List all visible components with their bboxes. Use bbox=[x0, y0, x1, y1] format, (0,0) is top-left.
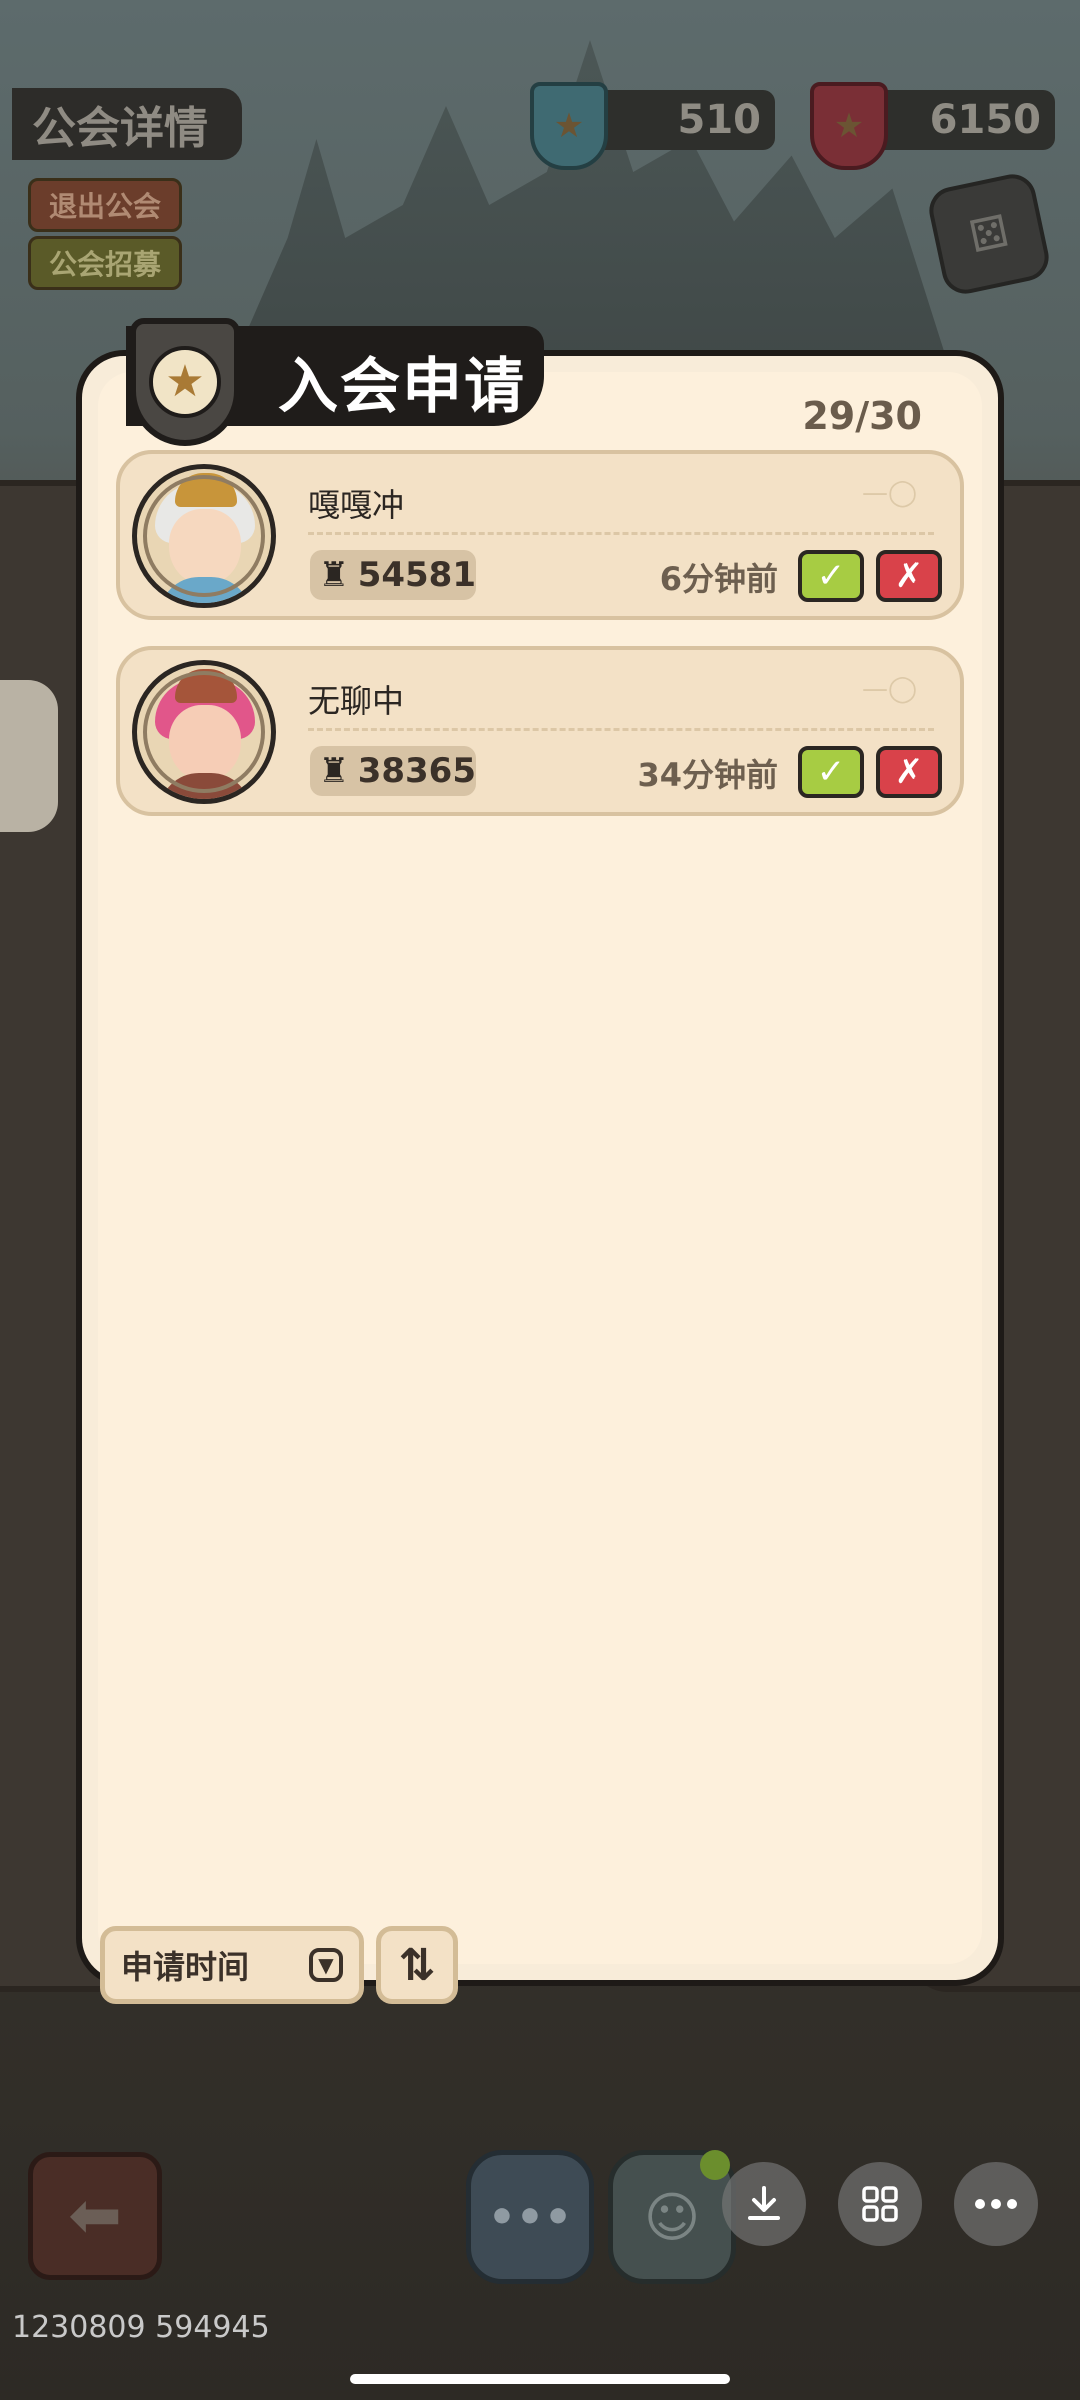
request-card: 无聊中 —◯ ♜ 38365 34分钟前 ✓ ✗ bbox=[116, 646, 964, 816]
avatar[interactable] bbox=[132, 660, 276, 804]
currency-bar-2: ★ 6150 bbox=[810, 82, 1055, 170]
notification-dot bbox=[700, 2150, 730, 2180]
friends-icon: ☺ bbox=[643, 2185, 701, 2249]
avatar-ring bbox=[143, 475, 265, 597]
cross-icon: ✗ bbox=[894, 556, 924, 596]
left-edge-tab[interactable] bbox=[0, 680, 58, 832]
request-time: 34分钟前 bbox=[637, 756, 778, 794]
sort-label: 申请时间 bbox=[121, 1948, 250, 1986]
power-value: 54581 bbox=[357, 555, 476, 595]
apps-button[interactable] bbox=[838, 2162, 922, 2246]
cross-icon: ✗ bbox=[894, 752, 924, 792]
title-shield-icon: ★ bbox=[130, 318, 240, 446]
divider bbox=[308, 532, 934, 535]
dice-icon[interactable]: ⚄ bbox=[924, 169, 1054, 299]
guild-title: 公会详情 bbox=[12, 88, 242, 160]
star-shield-icon: ★ bbox=[530, 82, 608, 170]
sort-order-toggle[interactable]: ⇅ bbox=[376, 1926, 458, 2004]
chat-icon: ••• bbox=[487, 2191, 573, 2243]
request-card: 嘎嘎冲 —◯ ♜ 54581 6分钟前 ✓ ✗ bbox=[116, 450, 964, 620]
divider bbox=[308, 728, 934, 731]
home-indicator[interactable] bbox=[350, 2374, 730, 2384]
star-icon: ★ bbox=[149, 346, 221, 418]
pin-icon: —◯ bbox=[862, 478, 918, 508]
check-icon: ✓ bbox=[816, 752, 846, 792]
chevron-down-icon: ▼ bbox=[309, 1948, 343, 1982]
more-icon bbox=[975, 2199, 1017, 2209]
avatar-ring bbox=[143, 671, 265, 793]
avatar[interactable] bbox=[132, 464, 276, 608]
star-shield-icon: ★ bbox=[810, 82, 888, 170]
exit-guild-button[interactable]: 退出公会 bbox=[28, 178, 182, 232]
power-icon: ♜ bbox=[318, 555, 350, 595]
reject-button[interactable]: ✗ bbox=[876, 550, 942, 602]
power-value: 38365 bbox=[357, 751, 476, 791]
sort-arrows-icon: ⇅ bbox=[398, 1939, 436, 1991]
footer-id-text: 1230809 594945 bbox=[12, 2310, 270, 2345]
popup-title: 入会申请 bbox=[278, 352, 526, 422]
chat-button[interactable]: ••• bbox=[466, 2150, 594, 2284]
reject-button[interactable]: ✗ bbox=[876, 746, 942, 798]
power-icon: ♜ bbox=[318, 751, 350, 791]
accept-button[interactable]: ✓ bbox=[798, 746, 864, 798]
currency-value-1: 510 bbox=[677, 97, 762, 143]
grid-icon bbox=[862, 2186, 898, 2222]
request-time: 6分钟前 bbox=[659, 560, 778, 598]
currency-value-2: 6150 bbox=[929, 97, 1041, 143]
download-icon bbox=[748, 2186, 780, 2220]
back-arrow-icon: ⬅ bbox=[68, 2179, 122, 2253]
download-button[interactable] bbox=[722, 2162, 806, 2246]
power-badge: ♜ 54581 bbox=[310, 550, 476, 600]
pin-icon: —◯ bbox=[862, 674, 918, 704]
player-name: 嘎嘎冲 bbox=[308, 486, 405, 524]
more-button[interactable] bbox=[954, 2162, 1038, 2246]
power-badge: ♜ 38365 bbox=[310, 746, 476, 796]
recruit-button[interactable]: 公会招募 bbox=[28, 236, 182, 290]
player-name: 无聊中 bbox=[308, 682, 405, 720]
request-count: 29/30 bbox=[802, 394, 922, 438]
currency-bar-1: ★ 510 bbox=[530, 82, 775, 170]
sort-dropdown[interactable]: 申请时间 ▼ bbox=[100, 1926, 364, 2004]
back-button[interactable]: ⬅ bbox=[28, 2152, 162, 2280]
accept-button[interactable]: ✓ bbox=[798, 550, 864, 602]
check-icon: ✓ bbox=[816, 556, 846, 596]
